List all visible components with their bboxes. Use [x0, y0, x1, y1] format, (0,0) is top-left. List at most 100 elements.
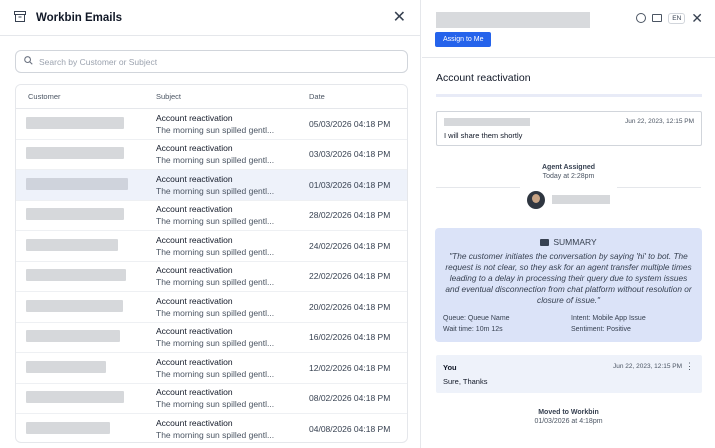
subject-text: Account reactivation [156, 417, 233, 428]
message-card: Jun 22, 2023, 12:15 PM I will share them… [436, 111, 702, 146]
search-input[interactable] [39, 56, 379, 67]
message-time: Jun 22, 2023, 12:15 PM [612, 363, 682, 370]
summary-text: "The customer initiates the conversation… [445, 251, 692, 305]
date-cell: 24/02/2026 04:18 PM [309, 240, 391, 251]
redacted-customer [26, 177, 128, 190]
subject-cell: Account reactivation The morning sun spil… [144, 295, 297, 319]
subject-text: Account reactivation [156, 173, 233, 184]
customer-cell [16, 299, 144, 314]
search-icon [24, 56, 33, 67]
message-text: I will share them shortly [444, 131, 523, 140]
table-row[interactable]: Account reactivation The morning sun spil… [16, 201, 407, 231]
redacted-customer [26, 299, 123, 312]
redacted-customer [26, 238, 118, 251]
preview-text: The morning sun spilled gentl... [156, 155, 275, 166]
redacted-customer [26, 421, 110, 434]
message-time: Jun 22, 2023, 12:15 PM [624, 118, 694, 125]
divider [422, 57, 715, 58]
customer-cell [16, 147, 144, 161]
date-cell: 16/02/2026 04:18 PM [309, 332, 391, 343]
subject-cell: Account reactivation The morning sun spil… [144, 325, 297, 349]
subject-text: Account reactivation [156, 387, 233, 398]
table-row[interactable]: Account reactivation The morning sun spil… [16, 292, 407, 323]
column-header-subject[interactable]: Subject [144, 92, 297, 101]
workbin-panel: Workbin Emails ✕ Customer Subject Date A… [0, 0, 421, 448]
date-cell: 04/08/2026 04:18 PM [309, 423, 391, 434]
table-row[interactable]: Account reactivation The morning sun spil… [16, 353, 407, 384]
event-heading: Moved to Workbin [538, 409, 599, 416]
event-heading: Agent Assigned [541, 164, 596, 171]
emails-table: Customer Subject Date Account reactivati… [15, 84, 408, 443]
redacted-customer [26, 208, 124, 221]
subject-text: Account reactivation [156, 204, 233, 215]
subject-cell: Account reactivation The morning sun spil… [144, 417, 297, 441]
subject-text: Account reactivation [156, 265, 233, 276]
conversation-title: Account reactivation [436, 72, 531, 84]
date-cell: 12/02/2026 04:18 PM [309, 362, 391, 373]
check-circle-icon[interactable] [636, 13, 647, 23]
close-icon[interactable]: ✕ [691, 11, 703, 25]
message-card-you: You Jun 22, 2023, 12:15 PM ⋮ Sure, Thank… [436, 355, 702, 393]
more-vertical-icon[interactable]: ⋮ [685, 361, 694, 372]
date-cell: 08/02/2026 04:18 PM [309, 393, 391, 404]
table-row[interactable]: Account reactivation The morning sun spil… [16, 414, 407, 442]
sentiment-field: Sentiment: Positive [571, 326, 631, 333]
message-sender: You [443, 363, 457, 372]
table-row[interactable]: Account reactivation The morning sun spil… [16, 170, 407, 201]
table-row[interactable]: Account reactivation The morning sun spil… [16, 140, 407, 170]
preview-text: The morning sun spilled gentl... [156, 185, 275, 196]
queue-field: Queue: Queue Name [443, 315, 510, 322]
preview-text: The morning sun spilled gentl... [156, 307, 275, 318]
panel-toolbar: EN ✕ [636, 11, 703, 25]
wait-time-field: Wait time: 10m 12s [443, 326, 503, 333]
subject-text: Account reactivation [156, 234, 233, 245]
assign-to-me-button[interactable]: Assign to Me [435, 32, 492, 47]
table-row[interactable]: Account reactivation The morning sun spil… [16, 323, 407, 353]
date-cell: 05/03/2026 04:18 PM [309, 118, 391, 129]
event-time: 01/03/2026 at 4:18pm [534, 418, 603, 425]
column-header-date[interactable]: Date [297, 92, 407, 101]
redacted-sender [444, 118, 530, 126]
table-row[interactable]: Account reactivation The morning sun spil… [16, 384, 407, 414]
document-icon [540, 239, 550, 247]
preview-text: The morning sun spilled gentl... [156, 246, 275, 257]
customer-cell [16, 208, 144, 222]
table-row[interactable]: Account reactivation The morning sun spil… [16, 231, 407, 262]
moved-to-workbin-event: Moved to Workbin 01/03/2026 at 4:18pm [422, 409, 715, 425]
subject-cell: Account reactivation The morning sun spil… [144, 264, 297, 288]
language-selector[interactable]: EN [668, 12, 686, 24]
search-box[interactable] [15, 50, 408, 73]
subject-text: Account reactivation [156, 112, 233, 123]
divider [436, 187, 520, 188]
preview-text: The morning sun spilled gentl... [156, 277, 275, 288]
mail-icon[interactable] [652, 14, 663, 22]
preview-text: The morning sun spilled gentl... [156, 124, 275, 135]
archive-icon [14, 11, 26, 24]
conversation-panel: Assign to Me EN ✕ Account reactivation J… [422, 0, 715, 448]
workbin-title: Workbin Emails [36, 11, 123, 24]
date-cell: 22/02/2026 04:18 PM [309, 271, 391, 282]
table-row[interactable]: Account reactivation The morning sun spil… [16, 109, 407, 140]
subject-cell: Account reactivation The morning sun spil… [144, 386, 297, 410]
summary-heading: SUMMARY [553, 237, 597, 247]
subject-text: Account reactivation [156, 143, 233, 154]
redacted-agent-name [552, 195, 610, 204]
customer-cell [16, 177, 144, 192]
redacted-customer [26, 330, 120, 343]
summary-card: SUMMARY "The customer initiates the conv… [435, 228, 702, 342]
preview-text: The morning sun spilled gentl... [156, 216, 275, 227]
redacted-customer [26, 269, 126, 282]
title-underline [436, 94, 702, 97]
subject-cell: Account reactivation The morning sun spil… [144, 142, 297, 166]
preview-text: The morning sun spilled gentl... [156, 338, 275, 349]
date-cell: 03/03/2026 04:18 PM [309, 149, 391, 160]
column-header-customer[interactable]: Customer [16, 92, 144, 101]
customer-cell [16, 421, 144, 436]
message-text: Sure, Thanks [443, 377, 488, 386]
close-icon[interactable]: ✕ [393, 9, 406, 26]
preview-text: The morning sun spilled gentl... [156, 399, 275, 410]
table-row[interactable]: Account reactivation The morning sun spil… [16, 262, 407, 292]
subject-cell: Account reactivation The morning sun spil… [144, 234, 297, 258]
customer-cell [16, 116, 144, 131]
customer-cell [16, 391, 144, 405]
